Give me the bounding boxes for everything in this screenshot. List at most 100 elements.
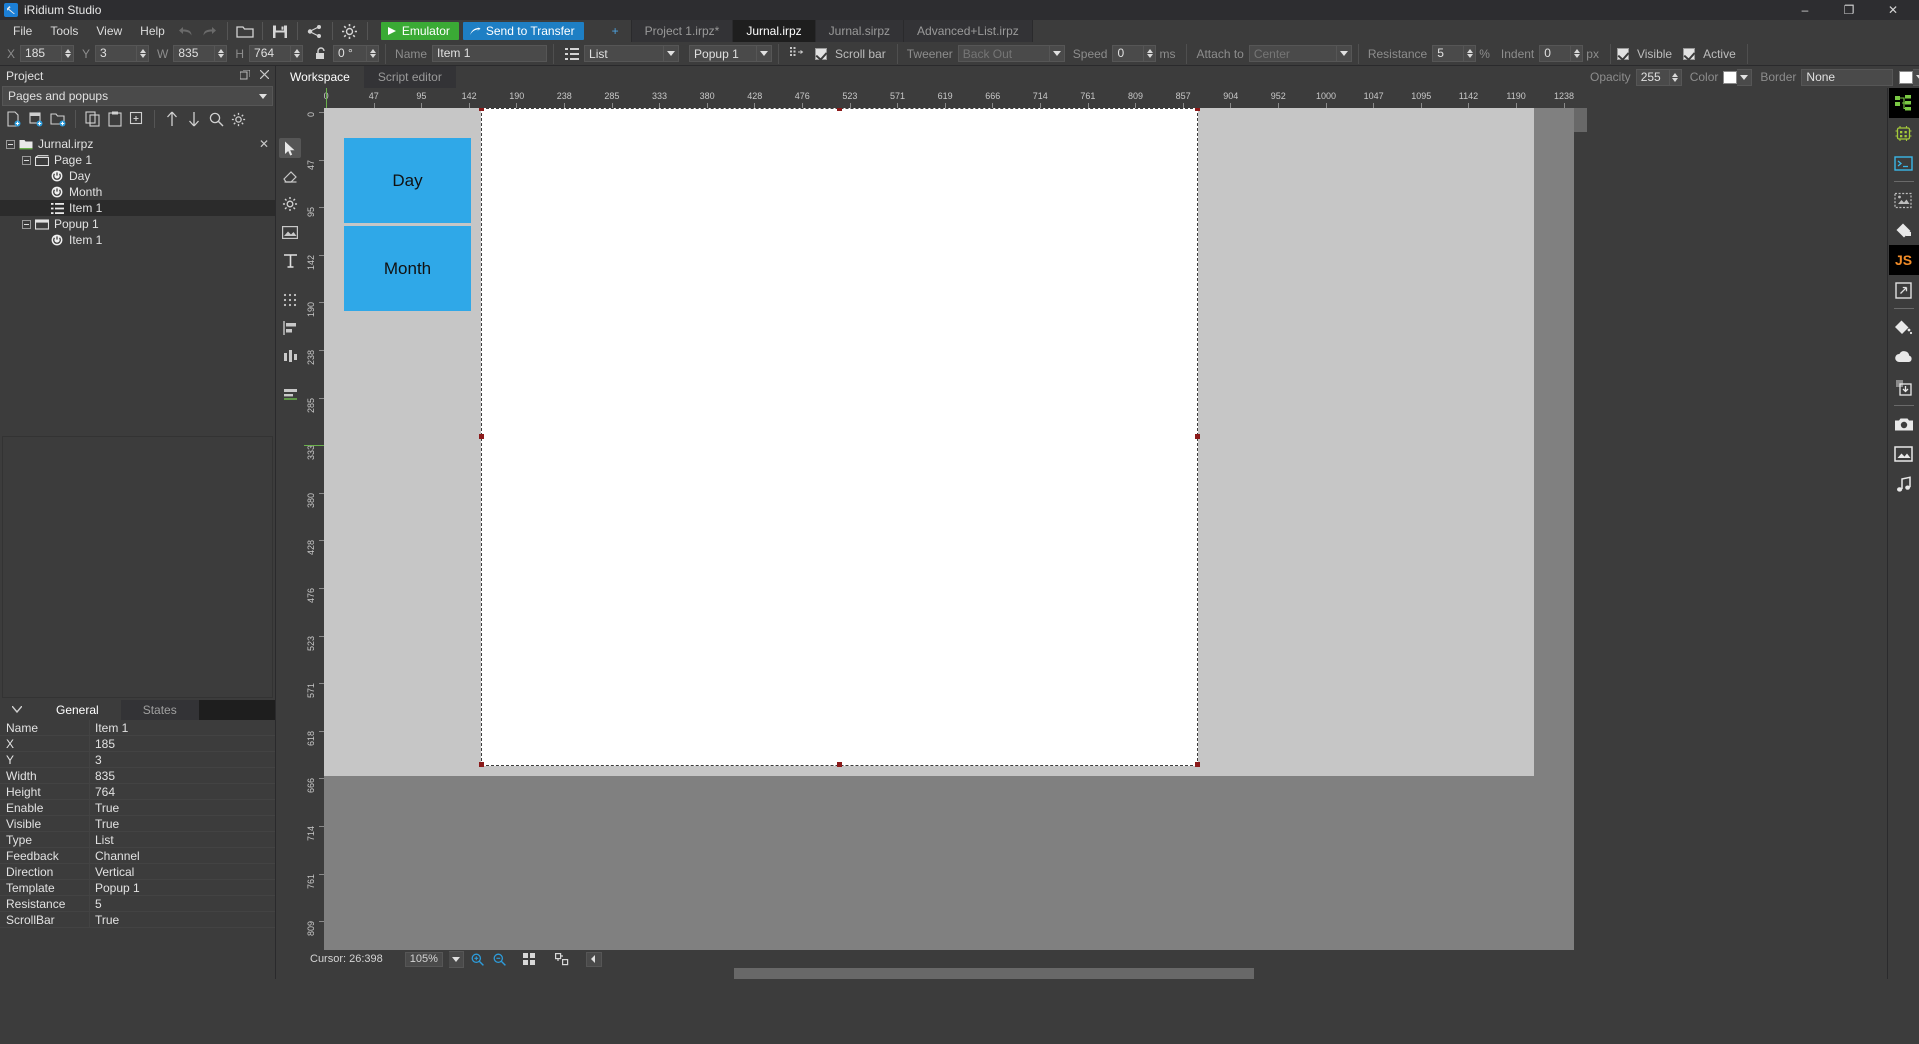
snap-icon[interactable] xyxy=(554,952,570,967)
resize-handle-bc[interactable] xyxy=(837,762,842,767)
add-file-tab-button[interactable]: + xyxy=(600,20,632,42)
property-value[interactable]: True xyxy=(90,800,275,815)
opacity-stepper[interactable] xyxy=(1670,69,1682,86)
attach-to-combo[interactable]: Center xyxy=(1249,45,1337,62)
save-icon[interactable] xyxy=(268,20,292,42)
month-button[interactable]: Month xyxy=(344,226,471,311)
day-button[interactable]: Day xyxy=(344,138,471,223)
x-stepper[interactable] xyxy=(62,45,74,62)
resize-handle-tc[interactable] xyxy=(837,108,842,111)
rotation-input[interactable]: 0 ° xyxy=(333,45,367,62)
close-project-icon[interactable]: ✕ xyxy=(259,137,269,151)
scrollbar-checkbox[interactable]: Scroll bar xyxy=(815,47,891,61)
property-value[interactable]: 3 xyxy=(90,752,275,767)
download-icon[interactable] xyxy=(1889,372,1919,402)
expander-icon[interactable] xyxy=(22,220,31,229)
height-stepper[interactable] xyxy=(291,45,303,62)
property-value[interactable]: Popup 1 xyxy=(90,880,275,895)
device-chip-icon[interactable] xyxy=(1889,118,1919,148)
file-tab-advanced-list[interactable]: Advanced+List.irpz xyxy=(904,20,1033,42)
new-folder-icon[interactable] xyxy=(48,109,68,129)
resistance-input[interactable]: 5 xyxy=(1432,45,1464,62)
resize-handle-bl[interactable] xyxy=(479,762,484,767)
fill-color-swatch[interactable] xyxy=(1723,71,1737,84)
indent-input[interactable]: 0 xyxy=(1539,45,1571,62)
cloud-icon[interactable] xyxy=(1889,342,1919,372)
grid-dots-icon[interactable] xyxy=(279,290,301,310)
resize-handle-br[interactable] xyxy=(1195,762,1200,767)
image-icon[interactable] xyxy=(279,222,301,242)
new-popup-icon[interactable] xyxy=(26,109,46,129)
expander-icon[interactable] xyxy=(6,140,15,149)
redo-icon[interactable] xyxy=(198,20,222,42)
prev-icon[interactable] xyxy=(586,952,602,967)
open-folder-icon[interactable] xyxy=(233,20,257,42)
property-value[interactable]: 185 xyxy=(90,736,275,751)
tree-item-jurnal-irpz[interactable]: Jurnal.irpz ✕ xyxy=(0,136,275,152)
properties-collapse-chevron-down-icon[interactable] xyxy=(0,700,34,720)
property-value[interactable]: 5 xyxy=(90,896,275,911)
name-input[interactable]: Item 1 xyxy=(432,45,547,62)
rotation-stepper[interactable] xyxy=(367,45,379,62)
emulator-button[interactable]: Emulator xyxy=(381,22,459,40)
tree-item-page-1[interactable]: Page 1 xyxy=(0,152,275,168)
align-distribute-icon[interactable] xyxy=(279,346,301,366)
tree-item-item-1-selected[interactable]: Item 1 xyxy=(0,200,275,216)
width-input[interactable]: 835 xyxy=(173,45,215,62)
object-type-combo[interactable]: List xyxy=(584,45,664,62)
gallery-icon[interactable] xyxy=(1889,185,1919,215)
menu-view[interactable]: View xyxy=(87,20,131,42)
resize-handle-tl[interactable] xyxy=(479,108,484,111)
vertical-ruler[interactable]: 0479514219023828533338042847652357161866… xyxy=(304,108,324,950)
close-icon[interactable] xyxy=(260,70,269,83)
new-page-icon[interactable] xyxy=(4,109,24,129)
tab-states[interactable]: States xyxy=(121,700,199,720)
property-value[interactable]: Channel xyxy=(90,848,275,863)
fill-color-chevron-down-icon[interactable] xyxy=(1737,69,1752,86)
arrange-grid-icon[interactable] xyxy=(785,43,809,65)
theme-icon[interactable] xyxy=(1889,215,1919,245)
canvas-vertical-scrollbar[interactable] xyxy=(1574,108,1587,950)
align-left-icon[interactable] xyxy=(279,318,301,338)
active-checkbox[interactable]: Active xyxy=(1683,47,1741,61)
property-value[interactable]: True xyxy=(90,816,275,831)
property-value[interactable]: 764 xyxy=(90,784,275,799)
project-tree-icon[interactable] xyxy=(1889,88,1919,118)
expander-icon[interactable] xyxy=(22,156,31,165)
tab-general[interactable]: General xyxy=(34,700,121,720)
move-up-icon[interactable] xyxy=(162,109,182,129)
float-panel-icon[interactable] xyxy=(240,70,250,83)
tree-item-popup-1[interactable]: Popup 1 xyxy=(0,216,275,232)
list-item-selection[interactable] xyxy=(481,108,1198,766)
cursor-arrow-icon[interactable] xyxy=(279,138,301,158)
opacity-input[interactable]: 255 xyxy=(1636,69,1670,86)
height-input[interactable]: 764 xyxy=(249,45,291,62)
tab-workspace[interactable]: Workspace xyxy=(276,66,364,88)
template-chevron-down-icon[interactable] xyxy=(757,45,772,62)
zoom-out-icon[interactable] xyxy=(492,952,508,967)
style-icon[interactable] xyxy=(1889,312,1919,342)
resistance-stepper[interactable] xyxy=(1464,45,1476,62)
object-type-chevron-down-icon[interactable] xyxy=(664,45,679,62)
pages-popups-selector[interactable]: Pages and popups xyxy=(2,86,273,106)
js-script-icon[interactable]: JS xyxy=(1889,245,1919,275)
minimize-button[interactable]: – xyxy=(1783,0,1827,20)
visible-checkbox[interactable]: Visible xyxy=(1617,47,1677,61)
resize-handle-tr[interactable] xyxy=(1195,108,1200,111)
border-value[interactable]: None xyxy=(1801,69,1893,86)
scrollbar-thumb[interactable] xyxy=(734,968,1254,979)
x-coordinate-input[interactable]: 185 xyxy=(20,45,62,62)
horizontal-ruler[interactable]: 0479514219023828533338042847652357161966… xyxy=(304,88,1587,108)
border-color-swatch[interactable] xyxy=(1899,71,1913,84)
resize-handle-ml[interactable] xyxy=(479,434,484,439)
page-surface[interactable]: Day Month xyxy=(324,108,1534,776)
console-icon[interactable] xyxy=(1889,148,1919,178)
text-icon[interactable] xyxy=(279,250,301,270)
attach-to-chevron-down-icon[interactable] xyxy=(1337,45,1352,62)
search-icon[interactable] xyxy=(206,109,226,129)
canvas-horizontal-scrollbar[interactable] xyxy=(304,968,1587,979)
settings-gear-icon[interactable] xyxy=(338,20,362,42)
picture-icon[interactable] xyxy=(1889,439,1919,469)
zoom-combo[interactable]: 105% xyxy=(405,952,443,967)
grid-icon[interactable] xyxy=(522,952,538,967)
